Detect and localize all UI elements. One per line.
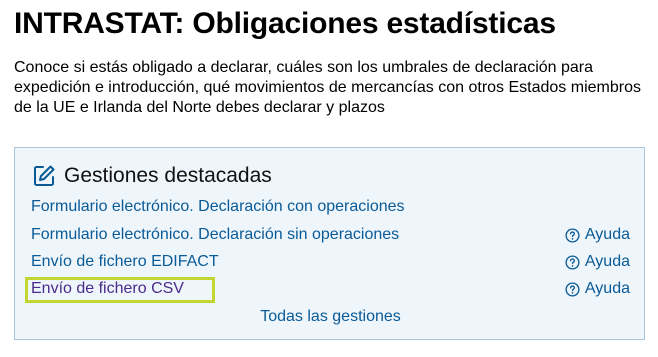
edit-icon [34,165,55,186]
help-circle-icon [565,281,580,297]
procedure-link-with-operations[interactable]: Formulario electrónico. Declaración con … [31,198,405,215]
help-link[interactable]: Ayuda [565,223,630,247]
panel-title: Gestiones destacadas [64,164,272,187]
featured-procedures-panel: Gestiones destacadas Formulario electrón… [14,147,645,340]
page-intro: Conoce si estás obligado a declarar, cuá… [14,59,641,116]
procedure-item: Formulario electrónico. Declaración con … [31,195,630,219]
help-label: Ayuda [584,226,630,243]
help-circle-icon [565,254,580,270]
panel-header: Gestiones destacadas [32,164,272,188]
procedure-item: Envío de fichero EDIFACT Ayuda [31,250,630,274]
help-link[interactable]: Ayuda [565,277,630,301]
help-label: Ayuda [584,253,630,270]
procedure-link-edifact[interactable]: Envío de fichero EDIFACT [31,253,219,270]
procedure-link-without-operations[interactable]: Formulario electrónico. Declaración sin … [31,226,399,243]
all-procedures: Todas las gestiones [15,306,646,328]
procedure-link-csv[interactable]: Envío de fichero CSV [31,280,184,297]
all-procedures-link[interactable]: Todas las gestiones [260,308,401,325]
help-link[interactable]: Ayuda [565,250,630,274]
help-label: Ayuda [584,280,630,297]
help-circle-icon [565,227,580,243]
page: INTRASTAT: Obligaciones estadísticas Con… [0,0,658,357]
procedure-item: Formulario electrónico. Declaración sin … [31,223,630,247]
procedure-item: Envío de fichero CSV Ayuda [31,277,630,301]
page-title: INTRASTAT: Obligaciones estadísticas [14,7,556,40]
